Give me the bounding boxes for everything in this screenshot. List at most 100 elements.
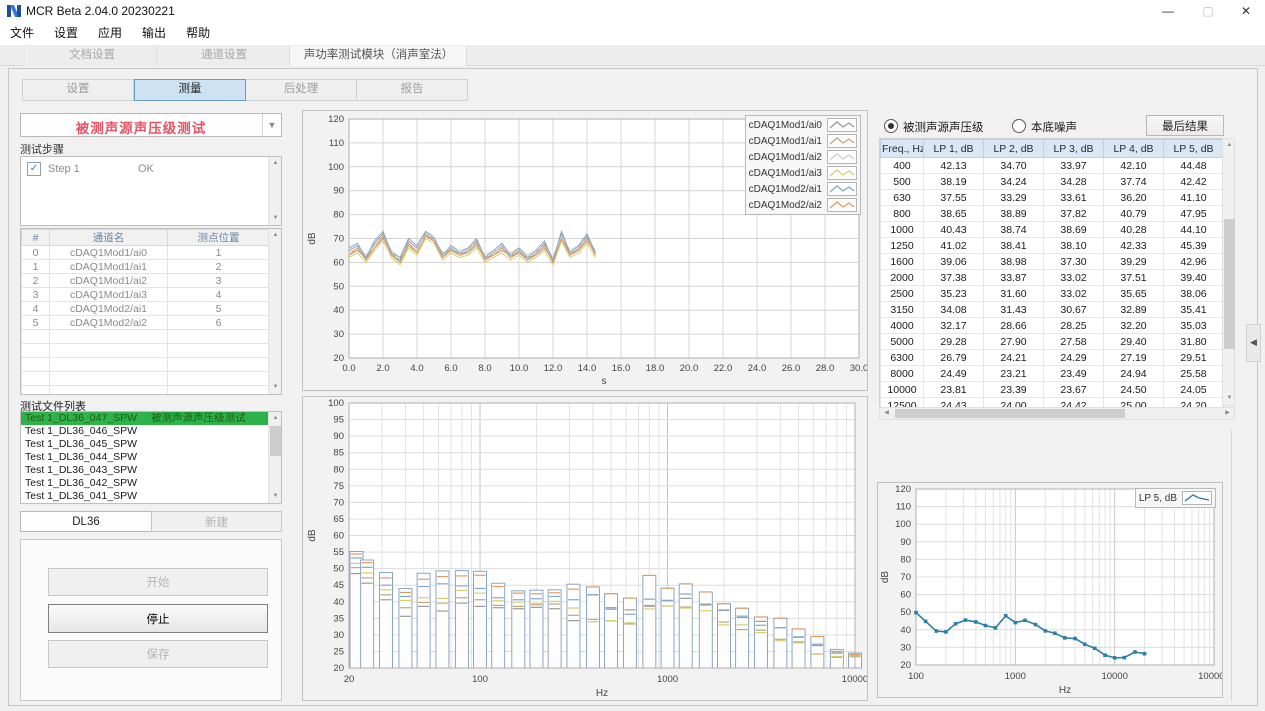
minimize-button[interactable]: — <box>1151 0 1185 22</box>
main-tab-3[interactable]: 声功率测试模块（消声室法） <box>290 46 467 66</box>
menu-item-5[interactable]: 帮助 <box>176 22 220 45</box>
menu-item-4[interactable]: 输出 <box>132 22 176 45</box>
cell: 24.49 <box>924 366 984 382</box>
table-row[interactable]: 500029.2827.9027.5829.4031.80 <box>881 334 1224 350</box>
svg-text:80: 80 <box>333 210 344 221</box>
table-row[interactable]: 125041.0238.4138.1042.3345.39 <box>881 238 1224 254</box>
table-row[interactable]: 160039.0638.9837.3039.2942.96 <box>881 254 1224 270</box>
steps-scrollbar[interactable]: ▲ ▼ <box>268 157 281 225</box>
close-button[interactable]: ✕ <box>1229 0 1263 22</box>
scroll-down-icon[interactable]: ▼ <box>269 381 282 394</box>
radio-selected-icon[interactable] <box>884 119 898 133</box>
scroll-down-icon[interactable]: ▼ <box>1223 392 1236 405</box>
svg-text:s: s <box>602 376 607 387</box>
main-tab-2[interactable]: 通道设置 <box>158 46 290 66</box>
cell: 26.79 <box>924 350 984 366</box>
scroll-thumb[interactable] <box>1224 219 1235 349</box>
table-row[interactable]: 200037.3833.8733.0237.5139.40 <box>881 270 1224 286</box>
cell: 5000 <box>881 334 924 350</box>
cell: 37.55 <box>924 190 984 206</box>
sub-tab-1[interactable]: 设置 <box>22 79 134 101</box>
final-result-button[interactable]: 最后结果 <box>1146 115 1224 136</box>
save-button[interactable]: 保存 <box>48 640 268 668</box>
cell: 37.74 <box>1104 174 1164 190</box>
scroll-down-icon[interactable]: ▼ <box>269 490 282 503</box>
svg-text:60: 60 <box>900 590 911 601</box>
cell: 39.06 <box>924 254 984 270</box>
svg-text:40: 40 <box>900 625 911 636</box>
list-item[interactable]: Test 1_DL36_046_SPW <box>21 425 269 438</box>
table-row[interactable]: 80038.6538.8937.8240.7947.95 <box>881 206 1224 222</box>
table-row[interactable]: 1cDAQ1Mod1/ai12 <box>22 260 270 274</box>
level-table-hscrollbar[interactable]: ◀ ▶ <box>879 407 1235 420</box>
scroll-thumb[interactable] <box>270 426 281 456</box>
scroll-thumb[interactable] <box>895 409 1125 418</box>
list-item[interactable]: Test 1_DL36_042_SPW <box>21 477 269 490</box>
radio-unselected-icon[interactable] <box>1012 119 1026 133</box>
svg-text:20: 20 <box>344 674 355 685</box>
sub-tab-3[interactable]: 后处理 <box>246 79 357 101</box>
scroll-left-icon[interactable]: ◀ <box>880 408 893 419</box>
table-row[interactable]: 315034.0831.4330.6732.8935.41 <box>881 302 1224 318</box>
scroll-up-icon[interactable]: ▲ <box>269 412 282 425</box>
table-row[interactable]: 100040.4338.7438.6940.2844.10 <box>881 222 1224 238</box>
table-row[interactable]: 63037.5533.2933.6136.2041.10 <box>881 190 1224 206</box>
cell: 33.61 <box>1044 190 1104 206</box>
level-table-vscrollbar[interactable]: ▲ ▼ <box>1222 138 1235 406</box>
scroll-right-icon[interactable]: ▶ <box>1221 408 1234 419</box>
step-row[interactable]: ✓ Step 1 OK <box>27 162 154 176</box>
table-row[interactable]: 400032.1728.6628.2532.2035.03 <box>881 318 1224 334</box>
cell: 2500 <box>881 286 924 302</box>
svg-text:50: 50 <box>333 564 344 575</box>
menu-item-3[interactable]: 应用 <box>88 22 132 45</box>
sub-tab-4[interactable]: 报告 <box>357 79 468 101</box>
table-row[interactable]: 2cDAQ1Mod1/ai23 <box>22 274 270 288</box>
list-item[interactable]: Test 1_DL36_044_SPW <box>21 451 269 464</box>
channel-table-scrollbar[interactable]: ▲ ▼ <box>268 229 281 394</box>
stop-button[interactable]: 停止 <box>48 604 268 633</box>
file-list-scrollbar[interactable]: ▲ ▼ <box>268 412 281 503</box>
scroll-up-icon[interactable]: ▲ <box>269 157 282 170</box>
chevron-down-icon[interactable]: ▼ <box>262 114 281 136</box>
cell: 6300 <box>881 350 924 366</box>
table-row[interactable]: 50038.1934.2434.2837.7442.42 <box>881 174 1224 190</box>
legend-row: cDAQ1Mod2/ai1 <box>749 181 857 197</box>
scroll-up-icon[interactable]: ▲ <box>269 229 282 242</box>
maximize-button[interactable]: ▢ <box>1191 0 1225 22</box>
sub-tab-2[interactable]: 测量 <box>134 79 246 101</box>
table-row[interactable]: 5cDAQ1Mod2/ai26 <box>22 316 270 330</box>
menu-item-1[interactable]: 文件 <box>0 22 44 45</box>
step-checkbox[interactable]: ✓ <box>27 162 41 176</box>
collapse-panel-button[interactable]: ◀ <box>1246 324 1261 362</box>
steps-listbox[interactable]: ✓ Step 1 OK ▲ ▼ <box>20 156 282 226</box>
table-row[interactable]: 4cDAQ1Mod2/ai15 <box>22 302 270 316</box>
menu-item-2[interactable]: 设置 <box>44 22 88 45</box>
cell: 27.19 <box>1104 350 1164 366</box>
table-row[interactable]: 0cDAQ1Mod1/ai01 <box>22 246 270 260</box>
legend-label: cDAQ1Mod1/ai2 <box>749 152 822 163</box>
cell: 1600 <box>881 254 924 270</box>
scroll-down-icon[interactable]: ▼ <box>269 212 282 225</box>
radio-measured-source[interactable]: 被测声源声压级 <box>884 118 984 136</box>
svg-text:0.0: 0.0 <box>342 363 355 374</box>
dl36-button[interactable]: DL36 <box>20 511 152 532</box>
list-item[interactable]: Test 1_DL36_041_SPW <box>21 490 269 503</box>
svg-text:100: 100 <box>908 671 924 682</box>
cell: 800 <box>881 206 924 222</box>
main-tab-1[interactable]: 文档设置 <box>26 46 158 66</box>
table-row[interactable]: 630026.7924.2124.2927.1929.51 <box>881 350 1224 366</box>
column-header: 测点位置 <box>168 230 270 246</box>
radio-background-noise[interactable]: 本底噪声 <box>1012 118 1077 136</box>
list-item[interactable]: Test 1_DL36_045_SPW <box>21 438 269 451</box>
list-item[interactable]: Test 1_DL36_043_SPW <box>21 464 269 477</box>
test-type-combobox[interactable]: 被测声源声压级测试 ▼ <box>20 113 282 137</box>
table-row[interactable]: 250035.2331.6033.0235.6538.06 <box>881 286 1224 302</box>
start-button[interactable]: 开始 <box>48 568 268 596</box>
table-row[interactable]: 40042.1334.7033.9742.1044.48 <box>881 158 1224 174</box>
list-item[interactable]: Test 1_DL36_047_SPW被测声源声压级测试 <box>21 412 269 425</box>
table-row[interactable]: 3cDAQ1Mod1/ai34 <box>22 288 270 302</box>
table-row[interactable]: 800024.4923.2123.4924.9425.58 <box>881 366 1224 382</box>
new-button[interactable]: 新建 <box>151 511 282 532</box>
scroll-up-icon[interactable]: ▲ <box>1223 139 1236 152</box>
table-row[interactable]: 1000023.8123.3923.6724.5024.05 <box>881 382 1224 398</box>
